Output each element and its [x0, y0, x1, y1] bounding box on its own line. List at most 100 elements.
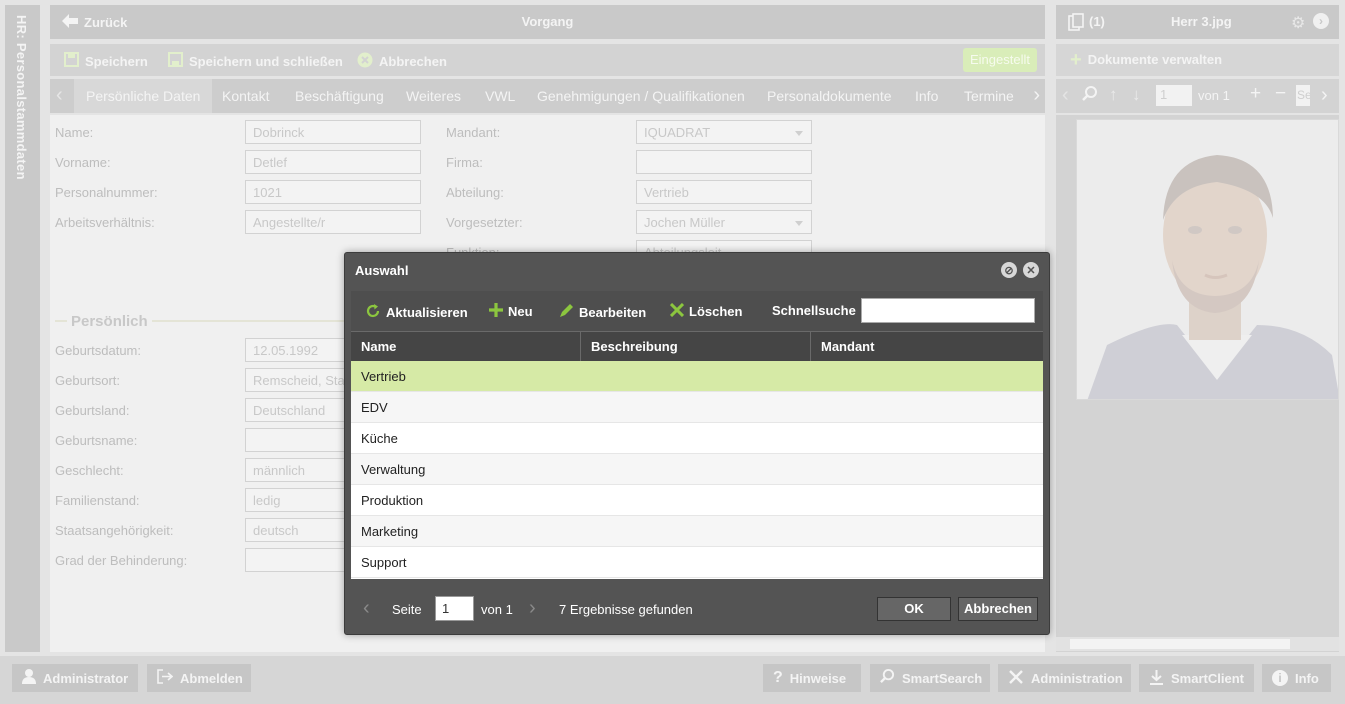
smartclient-button[interactable]: SmartClient — [1139, 664, 1254, 692]
chevron-right-icon[interactable]: › — [529, 597, 536, 620]
cancel-label: Abbrechen — [379, 54, 447, 69]
table-row[interactable]: Support — [351, 547, 1043, 578]
question-icon: ? — [773, 669, 783, 686]
behinderung-field[interactable] — [245, 548, 345, 572]
chevron-left-icon[interactable]: ‹ — [56, 84, 63, 107]
column-header-beschreibung[interactable]: Beschreibung — [591, 339, 678, 354]
hints-button[interactable]: ? Hinweise — [763, 664, 861, 692]
geschlecht-label: Geschlecht: — [55, 463, 124, 478]
save-close-label: Speichern und schließen — [189, 53, 343, 69]
arbeitsverhaeltnis-label: Arbeitsverhältnis: — [55, 215, 155, 230]
document-viewer — [1056, 115, 1339, 652]
vorgesetzter-label: Vorgesetzter: — [446, 215, 523, 230]
personalnummer-field[interactable]: 1021 — [245, 180, 421, 204]
minimize-icon[interactable]: ⊘ — [1001, 262, 1017, 278]
gear-icon[interactable]: ⚙ — [1291, 13, 1305, 33]
new-button[interactable]: Neu — [489, 303, 533, 320]
administration-button[interactable]: Administration — [998, 664, 1131, 692]
geburtsland-field[interactable]: Deutschland — [245, 398, 345, 422]
vorname-field[interactable]: Detlef — [245, 150, 421, 174]
column-header-name[interactable]: Name — [361, 339, 396, 354]
user-label: Administrator — [43, 670, 129, 686]
tab-persoenliche-daten[interactable]: Persönliche Daten — [74, 79, 213, 113]
search-icon[interactable] — [1082, 86, 1098, 105]
dialog-cancel-button[interactable]: Abbrechen — [958, 597, 1038, 621]
ok-button[interactable]: OK — [877, 597, 951, 621]
close-icon[interactable]: ✕ — [1023, 262, 1039, 278]
vorgesetzter-select[interactable]: Jochen Müller — [636, 210, 812, 234]
zoom-in-icon[interactable]: + — [1250, 83, 1261, 105]
table-row[interactable]: Produktion — [351, 485, 1043, 516]
familienstand-select[interactable]: ledig — [245, 488, 345, 512]
arrow-down-icon[interactable]: ↓ — [1132, 85, 1141, 105]
tab-vwl[interactable]: VWL — [485, 88, 515, 104]
info-button[interactable]: i Info — [1262, 664, 1331, 692]
document-header: (1) Herr 3.jpg ⚙ › — [1056, 5, 1339, 39]
document-count: (1) — [1089, 14, 1105, 29]
chevron-left-icon[interactable]: ‹ — [363, 597, 370, 620]
tab-beschaeftigung[interactable]: Beschäftigung — [295, 88, 384, 104]
abteilung-value: Vertrieb — [644, 185, 689, 200]
column-header-mandant[interactable]: Mandant — [821, 339, 874, 354]
staatsangehoerigkeit-field[interactable]: deutsch — [245, 518, 345, 542]
firma-select[interactable] — [636, 150, 812, 174]
name-field[interactable]: Dobrinck — [245, 120, 421, 144]
smartsearch-button[interactable]: SmartSearch — [870, 664, 990, 692]
chevron-right-circle-icon[interactable]: › — [1313, 13, 1329, 29]
dialog-toolbar: Aktualisieren Neu Bearbeiten Löschen Sch… — [351, 291, 1043, 331]
zoom-input[interactable]: Se — [1296, 85, 1310, 106]
save-close-icon — [168, 52, 183, 70]
smartsearch-label: SmartSearch — [902, 670, 983, 686]
logout-button[interactable]: Abmelden — [147, 664, 251, 692]
cancel-button[interactable]: Abbrechen — [357, 52, 447, 71]
table-row[interactable]: EDV — [351, 392, 1043, 423]
delete-button[interactable]: Löschen — [669, 302, 743, 320]
arrow-up-icon[interactable]: ↑ — [1109, 85, 1118, 105]
logout-icon — [157, 669, 174, 687]
page-input[interactable]: 1 — [435, 596, 474, 621]
horizontal-scrollbar[interactable] — [1056, 637, 1339, 651]
save-icon — [64, 52, 79, 70]
geburtsdatum-field[interactable]: 12.05.1992 — [245, 338, 345, 362]
delete-label: Löschen — [689, 304, 743, 319]
geburtsname-field[interactable] — [245, 428, 345, 452]
save-close-button[interactable]: Speichern und schließen — [168, 52, 343, 70]
personalnummer-label: Personalnummer: — [55, 185, 158, 200]
chevron-left-icon[interactable]: ‹ — [1062, 84, 1069, 107]
zoom-out-icon[interactable]: − — [1275, 83, 1286, 105]
chevron-right-icon[interactable]: › — [1321, 84, 1328, 107]
x-icon — [669, 302, 685, 320]
user-button[interactable]: Administrator — [12, 664, 138, 692]
table-row[interactable]: Verwaltung — [351, 454, 1043, 485]
tab-info[interactable]: Info — [915, 88, 938, 104]
tab-personaldokumente[interactable]: Personaldokumente — [767, 88, 892, 104]
table-row[interactable]: Marketing — [351, 516, 1043, 547]
user-icon — [22, 669, 36, 687]
tab-genehmigungen[interactable]: Genehmigungen / Qualifikationen — [537, 88, 745, 104]
table-row[interactable]: Küche — [351, 423, 1043, 454]
tab-termine[interactable]: Termine — [964, 88, 1014, 104]
save-button[interactable]: Speichern — [64, 52, 148, 70]
geburtsname-label: Geburtsname: — [55, 433, 138, 448]
abteilung-select[interactable]: Vertrieb — [636, 180, 812, 204]
table-row[interactable]: Vertrieb — [351, 361, 1043, 392]
page-title: Vorgang — [521, 14, 574, 29]
quick-search-input[interactable] — [861, 298, 1035, 323]
familienstand-label: Familienstand: — [55, 493, 140, 508]
manage-documents-button[interactable]: + Dokumente verwalten — [1070, 50, 1222, 70]
geburtsort-field[interactable]: Remscheid, Sta — [245, 368, 345, 392]
refresh-button[interactable]: Aktualisieren — [365, 303, 468, 322]
mandant-select[interactable]: IQUADRAT — [636, 120, 812, 144]
pager: ‹ Seite 1 von 1 › 7 Ergebnisse gefunden … — [351, 589, 1043, 629]
chevron-right-icon[interactable]: › — [1033, 84, 1040, 107]
quick-search-label: Schnellsuche — [772, 303, 856, 318]
tab-weiteres[interactable]: Weiteres — [406, 88, 461, 104]
geschlecht-select[interactable]: männlich — [245, 458, 345, 482]
arbeitsverhaeltnis-value: Angestellte/r — [253, 215, 326, 230]
page-input[interactable]: 1 — [1156, 85, 1192, 106]
tab-kontakt[interactable]: Kontakt — [222, 88, 269, 104]
edit-button[interactable]: Bearbeiten — [559, 303, 646, 321]
section-persoenlich: Persönlich — [55, 313, 345, 330]
refresh-icon — [365, 303, 381, 322]
arbeitsverhaeltnis-select[interactable]: Angestellte/r — [245, 210, 421, 234]
